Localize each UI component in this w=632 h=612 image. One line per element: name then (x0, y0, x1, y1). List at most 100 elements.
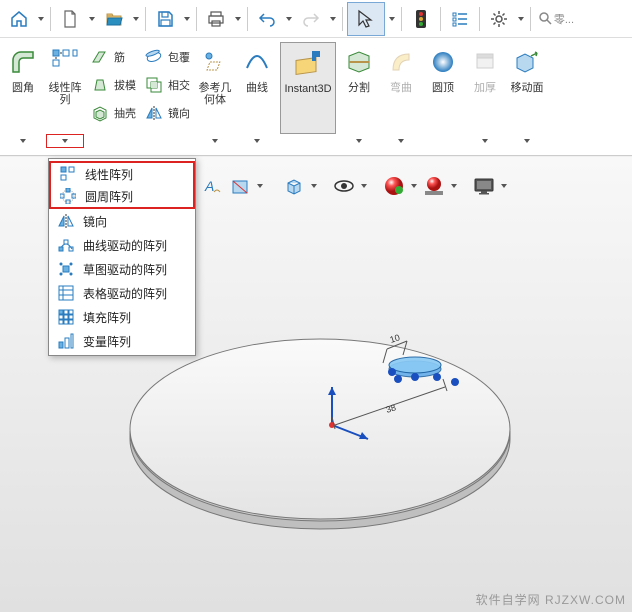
settings-button[interactable] (484, 4, 514, 34)
fillet-label: 圆角 (12, 82, 34, 94)
redo-button[interactable] (296, 4, 326, 34)
folder-open-icon (104, 9, 124, 29)
home-dropdown[interactable] (36, 17, 46, 21)
bend-button[interactable]: 弯曲 (382, 42, 420, 134)
instant3d-icon (292, 47, 324, 79)
dd-sketch-driven[interactable]: 草图驱动的阵列 (49, 257, 195, 281)
draft-button[interactable]: 拔模 (86, 72, 140, 98)
dd-variable-pattern[interactable]: 变量阵列 (49, 329, 195, 353)
save-dropdown[interactable] (182, 17, 192, 21)
render-dropdown[interactable] (499, 184, 509, 188)
dd-fill-pattern[interactable]: 填充阵列 (49, 305, 195, 329)
dd-mirror-label: 镜向 (83, 213, 107, 230)
dome-button[interactable]: 圆顶 (424, 42, 462, 134)
move-face-icon (513, 48, 541, 76)
dd-variable-label: 变量阵列 (83, 333, 131, 350)
wrap-button[interactable]: 包覆 (140, 44, 194, 70)
section-view[interactable] (227, 173, 253, 199)
view-toolbar: A (195, 170, 513, 202)
wrap-label: 包覆 (168, 49, 190, 65)
hide-show-dropdown[interactable] (359, 184, 369, 188)
cube-icon (284, 176, 304, 196)
ref-geometry-button[interactable]: 参考几 何体 (196, 42, 234, 134)
bend-dropdown[interactable] (382, 134, 420, 148)
instant3d-button[interactable]: Instant3D (280, 42, 336, 134)
dd-circular-pattern[interactable]: 圆周阵列 (49, 185, 195, 209)
thicken-icon (471, 48, 499, 76)
settings-dropdown[interactable] (516, 17, 526, 21)
traffic-light-icon (412, 8, 430, 30)
dd-curve-driven[interactable]: 曲线驱动的阵列 (49, 233, 195, 257)
linear-pattern-button[interactable]: 线性阵 列 (46, 42, 84, 134)
mirror-label: 镜向 (168, 105, 190, 121)
open-dropdown[interactable] (131, 17, 141, 21)
dim-10: 10 (389, 332, 402, 345)
rebuild-button[interactable] (406, 4, 436, 34)
print-dropdown[interactable] (233, 17, 243, 21)
undo-button[interactable] (252, 4, 282, 34)
curve-dropdown[interactable] (238, 134, 276, 148)
section-dropdown[interactable] (255, 184, 265, 188)
scene[interactable] (421, 173, 447, 199)
select-button[interactable] (347, 2, 385, 36)
move-face-label: 移动面 (511, 82, 544, 94)
cursor-icon (355, 8, 377, 30)
dd-table-driven[interactable]: 表格驱动的阵列 (49, 281, 195, 305)
circular-pattern-icon (60, 188, 76, 204)
thicken-button[interactable]: 加厚 (466, 42, 504, 134)
render-button[interactable] (471, 173, 497, 199)
linear-pattern-icon (60, 166, 76, 182)
mirror-button[interactable]: 镜向 (140, 100, 194, 126)
dd-curve-driven-label: 曲线驱动的阵列 (83, 237, 167, 254)
split-label: 分割 (348, 82, 370, 94)
appearance-dropdown[interactable] (409, 184, 419, 188)
redo-dropdown[interactable] (328, 17, 338, 21)
dim-38: 38 (385, 402, 398, 415)
text-tool[interactable]: A (199, 173, 225, 199)
scene-dropdown[interactable] (449, 184, 459, 188)
hide-show[interactable] (331, 173, 357, 199)
new-button[interactable] (55, 4, 85, 34)
section-icon (230, 176, 250, 196)
thicken-label: 加厚 (474, 82, 496, 94)
intersect-icon (145, 76, 163, 94)
curve-button[interactable]: 曲线 (238, 42, 276, 134)
bend-icon (387, 48, 415, 76)
dd-mirror[interactable]: 镜向 (49, 209, 195, 233)
quick-access-toolbar: 零... (0, 0, 632, 38)
linear-pattern-dropdown[interactable] (46, 134, 84, 148)
rib-label: 筋 (114, 49, 125, 65)
undo-dropdown[interactable] (284, 17, 294, 21)
gear-icon (489, 9, 509, 29)
select-dropdown[interactable] (387, 17, 397, 21)
list-button[interactable] (445, 4, 475, 34)
open-button[interactable] (99, 4, 129, 34)
split-icon (345, 48, 373, 76)
print-icon (206, 9, 226, 29)
dd-linear-pattern[interactable]: 线性阵列 (49, 161, 195, 185)
pattern-dropdown-menu: 线性阵列 圆周阵列 镜向 曲线驱动的阵列 草图驱动的阵列 表格驱动的阵列 填充阵… (48, 158, 196, 356)
home-button[interactable] (4, 4, 34, 34)
display-style[interactable] (281, 173, 307, 199)
rib-button[interactable]: 筋 (86, 44, 140, 70)
wrap-icon (145, 48, 163, 66)
move-face-dropdown[interactable] (508, 134, 546, 148)
split-dropdown[interactable] (340, 134, 378, 148)
save-button[interactable] (150, 4, 180, 34)
fillet-button[interactable]: 圆角 (4, 42, 42, 134)
print-button[interactable] (201, 4, 231, 34)
dd-fill-label: 填充阵列 (83, 309, 131, 326)
undo-icon (258, 10, 276, 28)
split-button[interactable]: 分割 (340, 42, 378, 134)
move-face-button[interactable]: 移动面 (508, 42, 546, 134)
intersect-button[interactable]: 相交 (140, 72, 194, 98)
search-button[interactable]: 零... (535, 4, 575, 34)
thicken-dropdown[interactable] (466, 134, 504, 148)
new-dropdown[interactable] (87, 17, 97, 21)
fillet-dropdown[interactable] (4, 134, 42, 148)
text-icon: A (202, 176, 222, 196)
shell-button[interactable]: 抽壳 (86, 100, 140, 126)
appearance[interactable] (381, 173, 407, 199)
ref-geometry-dropdown[interactable] (196, 134, 234, 148)
display-dropdown[interactable] (309, 184, 319, 188)
